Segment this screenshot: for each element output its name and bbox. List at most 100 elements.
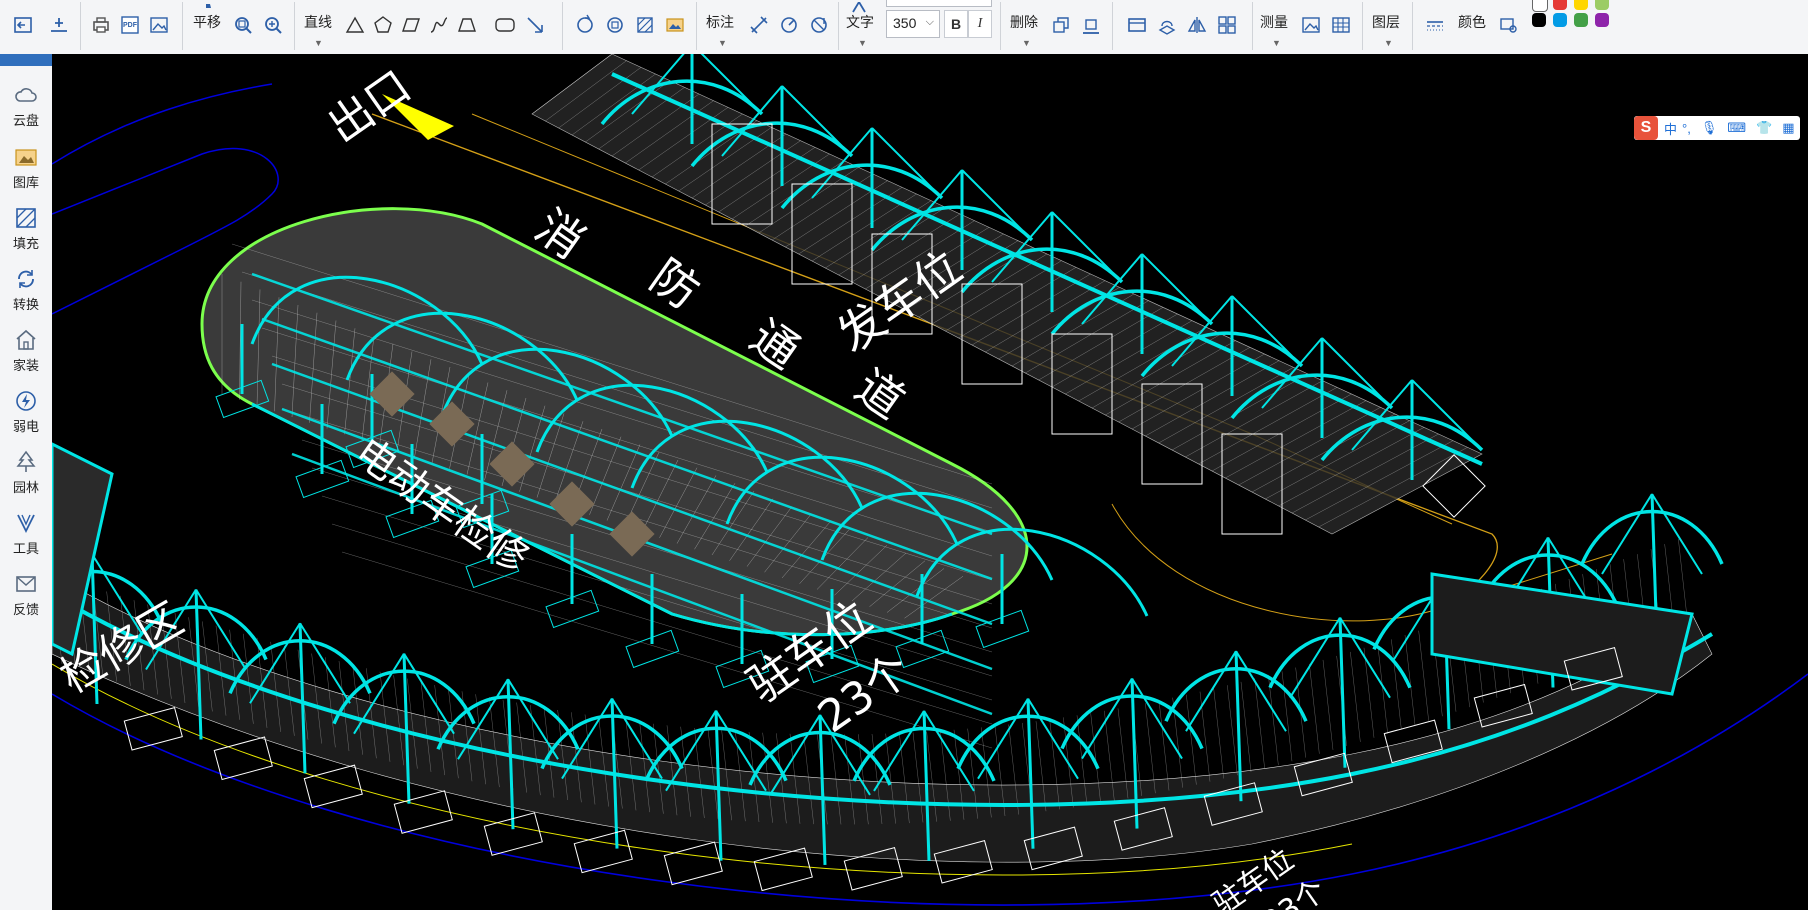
rotate-ccw-icon[interactable] xyxy=(602,12,628,38)
parallelogram-shape-icon[interactable] xyxy=(398,12,424,38)
angle-dimension-icon[interactable] xyxy=(806,12,832,38)
font-size-select[interactable]: 350 ⌵ xyxy=(886,10,940,38)
toolbar-separator xyxy=(1252,2,1253,50)
punctuation-icon[interactable]: °, xyxy=(1682,121,1691,136)
toolbar-separator xyxy=(562,2,563,50)
print-icon[interactable] xyxy=(88,12,114,38)
gallery-icon xyxy=(13,144,39,170)
garden-tree-icon xyxy=(13,449,39,475)
copy-object-icon[interactable] xyxy=(1048,12,1074,38)
image-export-icon[interactable] xyxy=(146,12,172,38)
color-settings-icon[interactable] xyxy=(1496,12,1522,38)
main-toolbar: PDF 平移 直线 ▼ 标注 ▼ 文字 ▼ 350 ⌵ B I 删除 ▼ 测量 … xyxy=(0,0,1808,55)
left-sidebar: 云盘 图库 填充 转换 家装 弱电 园林 工具 反馈 xyxy=(0,54,53,910)
cloud-icon xyxy=(13,82,39,108)
array-grid-icon[interactable] xyxy=(1214,12,1240,38)
sidebar-item-low-voltage[interactable]: 弱电 xyxy=(0,378,52,436)
ime-status-bar[interactable]: S 中 °, 🎙 ⌨ 👕 ▦ xyxy=(1634,116,1800,140)
text-content-input[interactable] xyxy=(886,0,992,7)
sidebar-item-cloud[interactable]: 云盘 xyxy=(0,72,52,130)
chevron-down-icon[interactable]: ▼ xyxy=(858,38,867,48)
sidebar-item-home-decor[interactable]: 家装 xyxy=(0,317,52,375)
color-swatch-red[interactable] xyxy=(1553,0,1567,10)
keyboard-icon[interactable]: ⌨ xyxy=(1727,120,1746,136)
toolbar-separator xyxy=(1000,2,1001,50)
toolbar-separator xyxy=(294,2,295,50)
color-button[interactable]: 颜色 xyxy=(1458,12,1486,32)
sidebar-item-label: 弱电 xyxy=(12,419,39,434)
chevron-down-icon[interactable]: ▼ xyxy=(1384,38,1393,48)
ime-logo-icon: S xyxy=(1634,116,1658,140)
block-icon[interactable] xyxy=(1124,12,1150,38)
ime-menu-icon[interactable]: ▦ xyxy=(1782,120,1794,136)
sidebar-item-label: 园林 xyxy=(12,480,39,495)
cad-drawing[interactable]: 出口 消 防 通 道 发车位 驻车位 23个 检修区 驻车位 23个 电动车检修 xyxy=(52,54,1808,910)
delete-button[interactable]: 删除 xyxy=(1010,12,1038,32)
chevron-down-icon: ⌵ xyxy=(925,16,934,28)
bold-button[interactable]: B xyxy=(944,10,968,38)
undo-icon[interactable] xyxy=(10,12,36,38)
sidebar-item-gallery[interactable]: 图库 xyxy=(0,134,52,192)
ime-mode[interactable]: 中 xyxy=(1664,119,1677,138)
color-swatch-lightgreen[interactable] xyxy=(1595,0,1609,10)
sidebar-item-convert[interactable]: 转换 xyxy=(0,256,52,314)
export-pdf-button[interactable]: PDF xyxy=(117,12,143,38)
aligned-dimension-icon[interactable] xyxy=(746,12,772,38)
table-icon[interactable] xyxy=(1328,12,1354,38)
sidebar-item-label: 图库 xyxy=(12,175,39,190)
pan-button[interactable]: 平移 xyxy=(193,12,221,32)
arrow-shape-icon[interactable] xyxy=(522,12,548,38)
color-swatch-purple[interactable] xyxy=(1595,13,1609,27)
triangle-shape-icon[interactable] xyxy=(342,12,368,38)
layer-button[interactable]: 图层 xyxy=(1372,12,1400,32)
toolbar-separator xyxy=(1412,2,1413,50)
annotate-button[interactable]: 标注 xyxy=(706,12,734,32)
chevron-down-icon[interactable]: ▼ xyxy=(314,38,323,48)
measure-button[interactable]: 测量 xyxy=(1260,12,1288,32)
low-voltage-icon xyxy=(13,388,39,414)
insert-icon[interactable] xyxy=(46,12,72,38)
pdf-label: PDF xyxy=(123,21,137,29)
toolbar-separator xyxy=(696,2,697,50)
color-swatch-white[interactable] xyxy=(1532,0,1548,12)
sidebar-item-tools[interactable]: 工具 xyxy=(0,500,52,558)
spline-shape-icon[interactable] xyxy=(426,12,452,38)
color-swatch-blue[interactable] xyxy=(1553,13,1567,27)
tools-icon xyxy=(13,510,39,536)
color-swatch-green[interactable] xyxy=(1574,13,1588,27)
toolbar-separator xyxy=(838,2,839,50)
drawing-canvas[interactable]: 出口 消 防 通 道 发车位 驻车位 23个 检修区 驻车位 23个 电动车检修… xyxy=(52,54,1808,910)
color-swatch-black[interactable] xyxy=(1532,13,1546,27)
sidebar-item-feedback[interactable]: 反馈 xyxy=(0,561,52,619)
convert-icon xyxy=(13,266,39,292)
align-bottom-icon[interactable] xyxy=(1078,12,1104,38)
picture-tool-icon[interactable] xyxy=(1298,12,1324,38)
italic-button[interactable]: I xyxy=(968,10,992,38)
feedback-icon xyxy=(13,571,39,597)
zoom-window-icon[interactable] xyxy=(230,12,256,38)
rounded-rect-shape-icon[interactable] xyxy=(492,12,518,38)
linetype-icon[interactable] xyxy=(1422,12,1448,38)
chevron-down-icon[interactable]: ▼ xyxy=(718,38,727,48)
chevron-down-icon[interactable]: ▼ xyxy=(1022,38,1031,48)
skin-shirt-icon[interactable]: 👕 xyxy=(1756,120,1772,136)
trapezoid-shape-icon[interactable] xyxy=(454,12,480,38)
insert-image-icon[interactable] xyxy=(662,12,688,38)
sidebar-item-label: 云盘 xyxy=(12,113,39,128)
sidebar-accent-strip xyxy=(0,54,52,66)
zoom-extents-icon[interactable] xyxy=(260,12,286,38)
sidebar-item-garden[interactable]: 园林 xyxy=(0,439,52,497)
color-swatch-yellow[interactable] xyxy=(1574,0,1588,10)
sidebar-item-label: 反馈 xyxy=(12,602,39,617)
line-tool-button[interactable]: 直线 xyxy=(304,12,332,32)
radius-dimension-icon[interactable] xyxy=(776,12,802,38)
pentagon-shape-icon[interactable] xyxy=(370,12,396,38)
mirror-icon[interactable] xyxy=(1184,12,1210,38)
layer-stack-icon[interactable] xyxy=(1154,12,1180,38)
text-tool-button[interactable]: 文字 xyxy=(846,12,874,32)
hatch-icon[interactable] xyxy=(632,12,658,38)
rotate-cw-icon[interactable] xyxy=(572,12,598,38)
microphone-icon[interactable]: 🎙 xyxy=(1701,120,1718,136)
chevron-down-icon[interactable]: ▼ xyxy=(1272,38,1281,48)
sidebar-item-fill[interactable]: 填充 xyxy=(0,195,52,253)
